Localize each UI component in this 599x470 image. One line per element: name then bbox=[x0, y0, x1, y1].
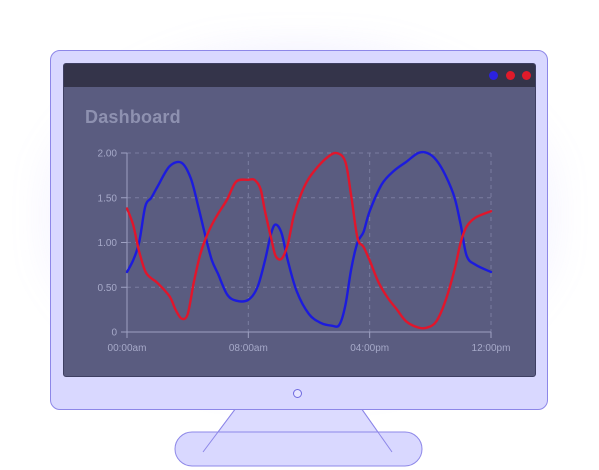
series-line-red bbox=[125, 151, 493, 330]
line-chart: 0 0.50 1.00 1.50 2.00 00:00am 08:00am 04:00pm 12… bbox=[98, 149, 511, 355]
y-tick-label: 2.00 bbox=[98, 149, 118, 160]
y-tick-label: 1.50 bbox=[98, 193, 118, 204]
power-button[interactable] bbox=[293, 389, 302, 398]
x-tick-label: 00:00am bbox=[108, 343, 147, 354]
x-tick-label: 04:00pm bbox=[350, 343, 389, 354]
x-tick-label: 12:00pm bbox=[472, 343, 511, 354]
y-tick-label: 0 bbox=[111, 328, 117, 339]
x-tick-label: 08:00am bbox=[229, 343, 268, 354]
y-tick-label: 0.50 bbox=[98, 283, 118, 294]
y-tick-label: 1.00 bbox=[98, 238, 118, 249]
